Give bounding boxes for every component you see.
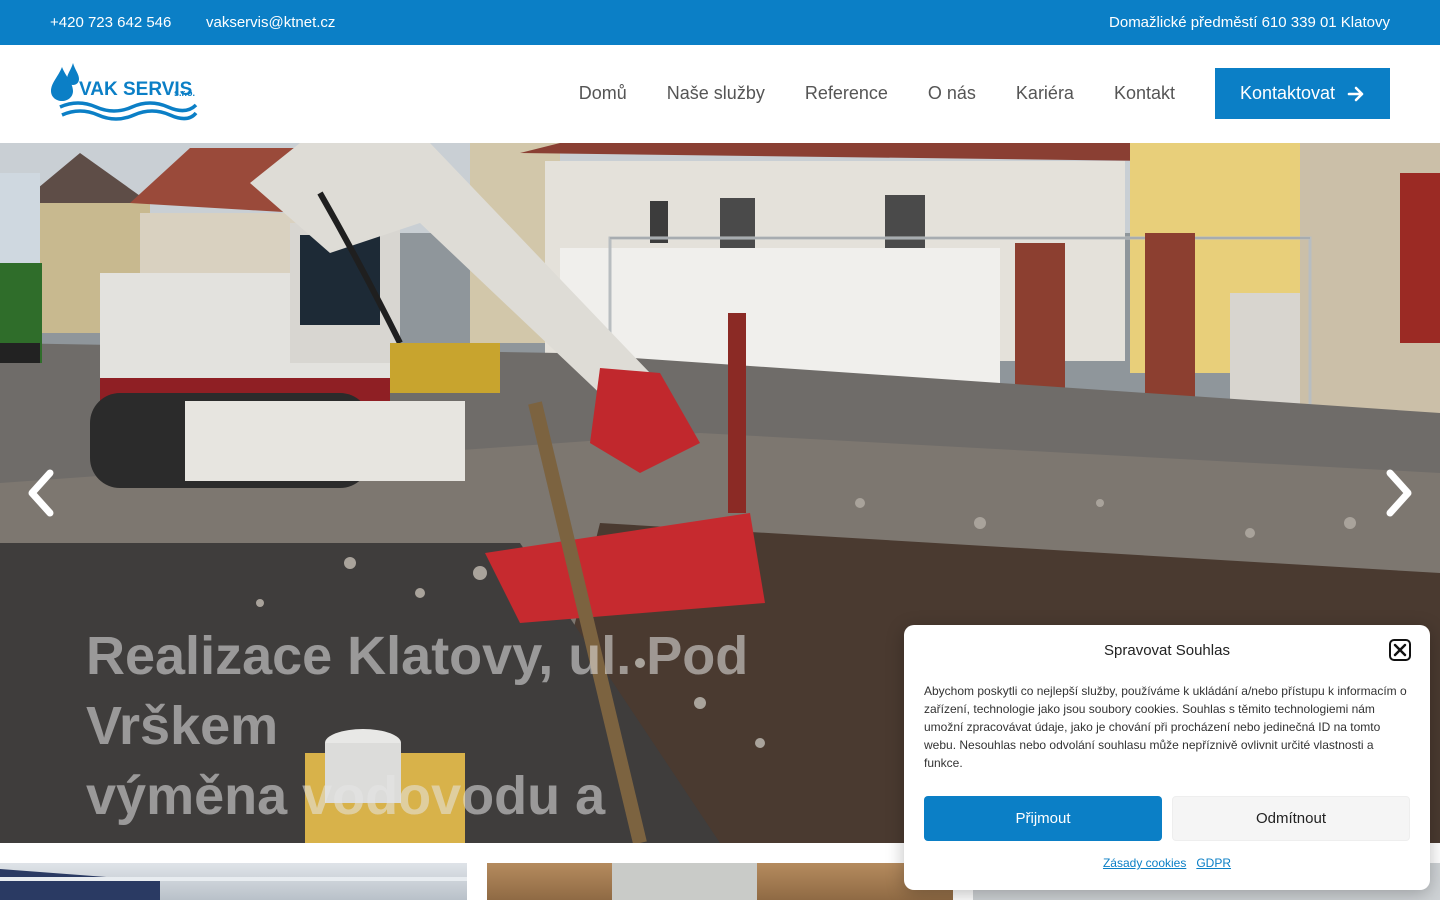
nav-item-references[interactable]: Reference (805, 83, 888, 104)
cookie-dialog-title: Spravovat Souhlas (1104, 642, 1230, 659)
logo-graphic: VAK SERVIS s.r.o. (51, 63, 198, 121)
thumbnail-image (0, 869, 467, 900)
accept-cookies-button[interactable]: Přijmout (924, 796, 1162, 841)
contact-button-label: Kontaktovat (1239, 83, 1336, 103)
chevron-right-icon (1386, 469, 1412, 517)
address-text: Domažlické předměstí 610 339 01 Klatovy (1109, 14, 1390, 31)
hero-title-line: Realizace Klatovy, ul. Pod (86, 626, 749, 686)
slider-next-button[interactable] (1382, 468, 1416, 518)
cookie-close-button[interactable] (1389, 639, 1411, 661)
chevron-left-icon (28, 469, 54, 517)
nav-item-about[interactable]: O nás (928, 83, 976, 104)
thumbnail-image (612, 863, 757, 900)
phone-link[interactable]: +420 723 642 546 (50, 14, 171, 31)
main-nav: Domů Naše služby Reference O nás Kariéra… (579, 83, 1175, 104)
site-header: VAK SERVIS s.r.o. Domů Naše služby Refer… (0, 45, 1440, 143)
site-logo[interactable]: VAK SERVIS s.r.o. (48, 63, 198, 125)
cookie-consent-dialog: Spravovat Souhlas Abychom poskytli co ne… (904, 625, 1430, 890)
close-icon (1393, 643, 1407, 657)
email-link[interactable]: vakservis@ktnet.cz (206, 14, 335, 31)
contact-button[interactable]: Kontaktovat (1215, 68, 1390, 119)
hero-title-line: Vrškem (86, 696, 279, 756)
arrow-right-icon (1347, 86, 1364, 101)
cookie-description: Abychom poskytli co nejlepší služby, pou… (924, 684, 1407, 770)
reference-thumbnail[interactable] (0, 863, 467, 900)
hero-title-line: výměna vodovodu a (86, 766, 606, 826)
nav-item-contact[interactable]: Kontakt (1114, 83, 1175, 104)
deny-cookies-button[interactable]: Odmítnout (1172, 796, 1410, 841)
nav-item-career[interactable]: Kariéra (1016, 83, 1074, 104)
hero-title: Realizace Klatovy, ul. Pod Vrškem výměna… (86, 621, 866, 831)
logo-suffix-text: s.r.o. (174, 88, 195, 98)
cookie-links: Zásady cookies GDPR (904, 856, 1430, 870)
top-bar: +420 723 642 546 vakservis@ktnet.cz Doma… (0, 0, 1440, 45)
cookie-policy-link[interactable]: Zásady cookies (1103, 856, 1186, 870)
gdpr-link[interactable]: GDPR (1196, 856, 1231, 870)
slider-prev-button[interactable] (24, 468, 58, 518)
nav-item-services[interactable]: Naše služby (667, 83, 765, 104)
nav-item-home[interactable]: Domů (579, 83, 627, 104)
reference-thumbnail[interactable] (487, 863, 953, 900)
